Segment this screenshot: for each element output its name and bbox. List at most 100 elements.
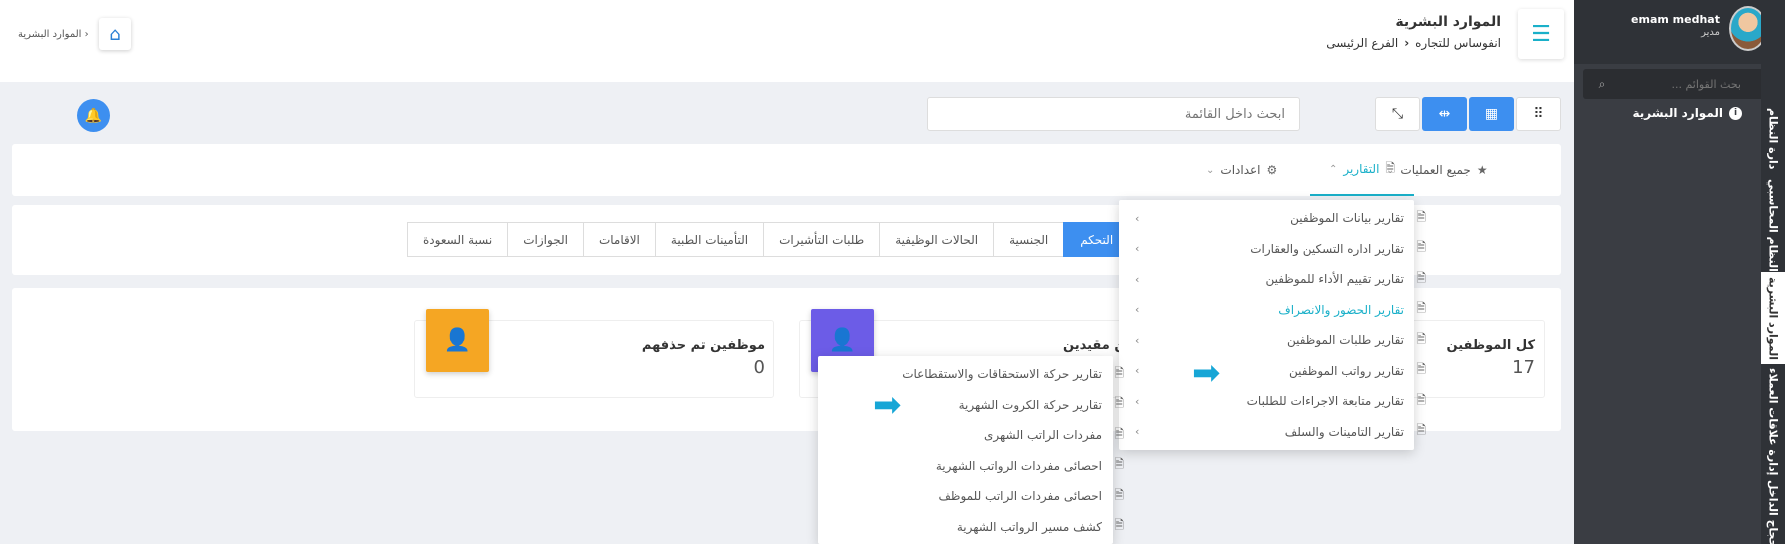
chevron-left-icon: ‹ [1135,364,1140,377]
arrow-right-icon: ➡ [873,385,902,425]
star-icon: ★ [1476,163,1488,177]
menu-item[interactable]: 🗎 تقارير التامينات والسلف ‹ [1129,417,1430,447]
card-value: 17 [1512,357,1535,378]
sidebar-item-label: الموارد البشرية [1632,106,1723,120]
chevron-right-icon: › [84,29,89,40]
card-title: موظفين تم حذفهم [641,338,765,353]
vtab-crm[interactable]: إدارة علاقات العملاء [1761,366,1785,478]
document-icon: 🗎 [1416,392,1426,407]
document-icon: 🗎 [1114,365,1124,380]
arrow-right-icon: ➡ [1192,353,1221,393]
cat-residencies[interactable]: الاقامات [582,222,656,257]
menu-item-label: تقارير الحضور والانصراف [1278,302,1404,317]
tab-label: التقارير [1343,162,1380,176]
document-icon: 🗎 [1416,240,1426,254]
menu-item[interactable]: 🗎 تقارير بيانات الموظفين ‹ [1129,203,1430,233]
menu-item-label: تقارير اداره التسكين والعقارات [1250,241,1404,256]
chevron-left-icon: ‹ [1135,425,1140,438]
bell-icon[interactable]: 🔔 [77,99,110,132]
cat-medical-insurance[interactable]: التأمينات الطبية [654,222,765,257]
cat-label: الاقامات [598,232,640,247]
user-icon: 👤 [426,309,489,372]
menu-item[interactable]: 🗎 تقارير متابعة الاجراءات للطلبات ‹ [1129,386,1430,416]
document-icon: 🗎 [1114,457,1124,471]
menu-item-label: تقارير رواتب الموظفين [1288,363,1404,378]
document-icon: 🗎 [1114,518,1124,532]
list-search-input[interactable] [928,98,1299,130]
vtab-label: الموارد البشرية [1766,276,1780,360]
view-buttons: ⤡ ⇹ ▦ ⠿ [1375,97,1561,131]
vtab-domestic-pilgrims[interactable]: حجاج الداخل [1761,480,1785,544]
menu-list-icon[interactable]: ☰ [1518,9,1564,59]
sidebar-search-input[interactable] [1583,69,1771,99]
user-role: مدير [1701,27,1720,38]
chevron-left-icon: ‹ [1135,272,1140,286]
sidebar-search[interactable] [1583,69,1771,99]
menu-item[interactable]: 🗎 تقارير تقييم الأداء للموظفين ‹ [1129,264,1430,294]
document-icon: 🗎 [1416,209,1426,224]
menu-item-label: تقارير حركة الكروت الشهرية [958,397,1102,412]
cat-label: نسبة السعودة [423,232,493,247]
cat-label: الجوازات [523,232,568,247]
menu-item[interactable]: 🗎 احصائى مفردات الراتب للموظف [829,481,1128,511]
menu-item[interactable]: 🗎 تقارير طلبات الموظفين ‹ [1129,325,1430,355]
gear-icon: ⚙ [1266,163,1278,177]
sidebar-item-hr[interactable]: i الموارد البشرية [1632,106,1742,120]
category-tabs: التحكم الجنسية الحالات الوظيفية طلبات ال… [407,222,1159,257]
grid-small-icon[interactable]: ▦ [1469,97,1514,131]
card-value: 0 [753,357,765,378]
breadcrumb-hr[interactable]: الموارد البشرية [18,29,81,40]
page-title: الموارد البشرية [1395,14,1501,30]
menu-item[interactable]: 🗎 احصائى مفردات الرواتب الشهرية [829,451,1128,481]
info-icon: i [1729,106,1742,120]
cat-visa-requests[interactable]: طلبات التأشيرات [763,222,881,257]
chevron-left-icon: ‹ [1135,394,1140,408]
home-icon[interactable]: ⌂ [99,18,131,50]
branch-name[interactable]: الفرع الرئيسى [1326,36,1398,50]
vtab-label: إدارة علاقات العملاء [1766,368,1780,476]
menu-item-label: تقارير طلبات الموظفين [1286,333,1404,347]
cat-nationality[interactable]: الجنسية [993,222,1065,257]
cat-label: الجنسية [1009,232,1049,247]
document-icon: 🗎 [1416,331,1426,346]
vtab-system-admin[interactable]: دارة النظام [1761,100,1785,178]
grid-large-icon[interactable]: ⠿ [1515,97,1561,131]
expand-width-icon[interactable]: ⇹ [1422,97,1467,131]
vtab-hr[interactable]: الموارد البشرية [1761,272,1785,364]
vtab-label: دارة النظام [1766,108,1780,170]
menu-item-label: احصائى مفردات الرواتب الشهرية [935,458,1102,473]
collapse-icon[interactable]: ⤡ [1375,97,1421,131]
menu-item-label: تقارير التامينات والسلف [1284,424,1404,439]
document-icon: 🗎 [1114,487,1124,502]
vtab-accounting[interactable]: النظام المحاسبي [1761,178,1785,272]
company-breadcrumb: انفوساس للتجاره ‹ الفرع الرئيسى [1326,36,1501,50]
menu-item[interactable]: 🗎 تقارير الحضور والانصراف ‹ [1129,295,1430,325]
document-icon: 🗎 [1416,362,1426,376]
list-search[interactable] [927,97,1300,131]
menu-item[interactable]: 🗎 تقارير اداره التسكين والعقارات ‹ [1129,234,1430,264]
menu-item-label: تقارير تقييم الأداء للموظفين [1265,272,1404,286]
vtab-label: النظام المحاسبي [1766,178,1780,272]
document-icon: 🗎 [1416,301,1426,315]
tab-settings[interactable]: ⚙ اعدادات ⌄ [1206,144,1277,196]
menu-item-label: احصائى مفردات الراتب للموظف [938,489,1103,503]
cat-label: طلبات التأشيرات [779,232,865,247]
vtab-label: حجاج الداخل [1766,480,1780,544]
user-name: emam medhat [1631,13,1720,26]
menu-item-label: كشف مسير الرواتب الشهرية [956,519,1102,534]
menu-item-label: تقارير بيانات الموظفين [1290,211,1404,225]
menu-item[interactable]: 🗎 تقارير رواتب الموظفين ‹ [1129,356,1430,386]
document-icon: 🗎 [1416,270,1426,285]
cat-job-status[interactable]: الحالات الوظيفية [879,222,995,257]
company-name[interactable]: انفوساس للتجاره [1415,36,1501,50]
cat-passports[interactable]: الجوازات [507,222,584,257]
chevron-up-icon: ⌃ [1328,163,1338,175]
chevron-down-icon: ⌄ [1206,164,1215,176]
document-icon: 🗎 [1385,160,1396,175]
tab-label: اعدادات [1220,163,1261,177]
cat-saudization[interactable]: نسبة السعودة [407,222,509,257]
menu-item-label: مفردات الراتب الشهرى [983,428,1102,442]
chevron-left-icon: ‹ [1135,242,1140,255]
tab-reports[interactable]: 🗎 التقارير ⌃ [1310,144,1414,196]
menu-item[interactable]: 🗎 كشف مسير الرواتب الشهرية [829,512,1128,542]
